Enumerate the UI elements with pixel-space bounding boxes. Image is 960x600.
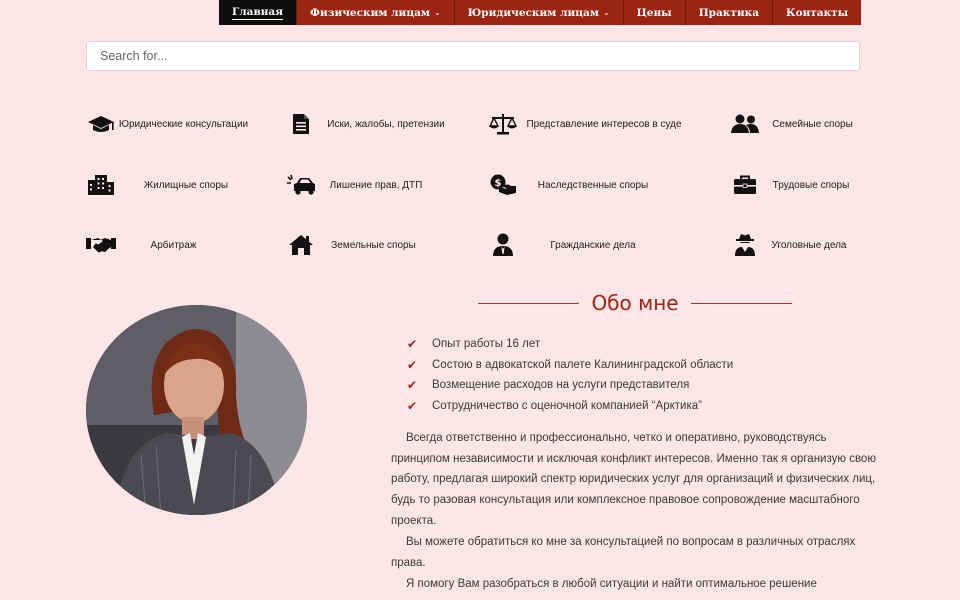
nav-item-individuals[interactable]: Физическим лицам ⌄: [297, 0, 455, 25]
nav-item-label: Главная: [232, 5, 283, 20]
service-item-family[interactable]: Семейные споры: [730, 111, 865, 137]
service-item-civil[interactable]: Гражданские дела: [488, 232, 668, 258]
service-item-criminal[interactable]: Уголовные дела: [730, 232, 858, 258]
money-hands-icon: $: [488, 172, 518, 198]
service-label: Наследственные споры: [537, 179, 649, 191]
main-nav: Главная Физическим лицам ⌄ Юридическим ли…: [219, 0, 862, 25]
about-paragraph: Я помогу Вам разобраться в любой ситуаци…: [406, 578, 817, 590]
home-icon: [286, 232, 316, 258]
nav-item-practice[interactable]: Практика: [685, 0, 774, 25]
list-item: ✔ Сотрудничество с оценочной компанией “А…: [407, 396, 733, 417]
nav-item-label: Юридическим лицам: [467, 6, 599, 19]
about-paragraph: Всегда ответственно и профессионально, ч…: [391, 432, 876, 527]
chevron-down-icon: ⌄: [602, 8, 610, 17]
service-label: Семейные споры: [772, 118, 853, 130]
list-item-text: Сотрудничество с оценочной компанией “Ар…: [432, 399, 702, 412]
about-heading: Обо мне: [478, 291, 793, 315]
service-label: Арбитраж: [150, 239, 197, 251]
service-item-inheritance[interactable]: $ Наследственные споры: [488, 172, 668, 198]
service-item-land[interactable]: Земельные споры: [286, 232, 431, 258]
building-icon: [86, 172, 116, 198]
section-title: Обо мне: [591, 291, 679, 315]
service-label: Трудовые споры: [772, 179, 850, 191]
service-item-consultations[interactable]: Юридические консультации: [86, 111, 251, 137]
nav-item-label: Контакты: [786, 6, 849, 19]
service-item-labor[interactable]: Трудовые споры: [730, 172, 862, 198]
service-item-traffic[interactable]: Лишение прав, ДТП: [286, 172, 436, 198]
list-item: ✔ Возмещение расходов на услуги представи…: [407, 375, 733, 396]
nav-item-prices[interactable]: Цены: [623, 0, 686, 25]
list-item-text: Состою в адвокатской палете Калининградс…: [432, 358, 734, 371]
lawyer-photo: [86, 305, 307, 515]
nav-item-contacts[interactable]: Контакты: [773, 0, 862, 25]
service-item-court[interactable]: Представление интересов в суде: [488, 111, 690, 137]
service-item-claims[interactable]: Иски, жалобы, претензии: [286, 111, 456, 137]
service-item-housing[interactable]: Жилищные споры: [86, 172, 256, 198]
balance-scale-icon: [488, 111, 518, 137]
divider: [478, 302, 580, 304]
check-icon: ✔: [407, 337, 418, 352]
check-icon: ✔: [407, 378, 418, 393]
service-label: Земельные споры: [331, 239, 416, 251]
car-crash-icon: [286, 172, 316, 198]
nav-item-home[interactable]: Главная: [219, 0, 297, 25]
service-label: Лишение прав, ДТП: [329, 179, 423, 191]
svg-text:$: $: [495, 178, 502, 189]
service-label: Иски, жалобы, претензии: [327, 118, 445, 130]
handshake-icon: [86, 232, 116, 258]
service-label: Юридические консультации: [118, 118, 249, 130]
user-tie-icon: [488, 232, 518, 258]
service-label: Уголовные дела: [771, 239, 847, 251]
divider: [690, 302, 793, 304]
service-item-arbitration[interactable]: Арбитраж: [86, 232, 231, 258]
nav-item-label: Цены: [636, 6, 672, 19]
check-icon: ✔: [407, 357, 418, 372]
service-label: Гражданские дела: [550, 239, 636, 251]
about-paragraph: Вы можете обратиться ко мне за консульта…: [391, 536, 856, 569]
users-icon: [730, 111, 760, 137]
about-highlights: ✔ Опыт работы 16 лет ✔ Состою в адвокатско…: [407, 334, 733, 416]
search-input[interactable]: [86, 41, 860, 71]
list-item-text: Опыт работы 16 лет: [432, 338, 541, 351]
service-label: Жилищные споры: [143, 179, 229, 191]
user-secret-icon: [730, 232, 760, 258]
check-icon: ✔: [407, 398, 418, 413]
nav-item-label: Физическим лицам: [310, 6, 431, 19]
list-item: ✔ Опыт работы 16 лет: [407, 334, 733, 355]
document-icon: [286, 111, 316, 137]
list-item-text: Возмещение расходов на услуги представит…: [432, 379, 690, 392]
chevron-down-icon: ⌄: [434, 8, 441, 17]
briefcase-icon: [730, 172, 760, 198]
list-item: ✔ Состою в адвокатской палете Калининград…: [407, 355, 733, 376]
nav-item-companies[interactable]: Юридическим лицам ⌄: [454, 0, 624, 25]
nav-item-label: Практика: [698, 6, 760, 19]
graduation-cap-icon: [86, 111, 116, 137]
service-label: Представление интересов в суде: [526, 118, 682, 130]
